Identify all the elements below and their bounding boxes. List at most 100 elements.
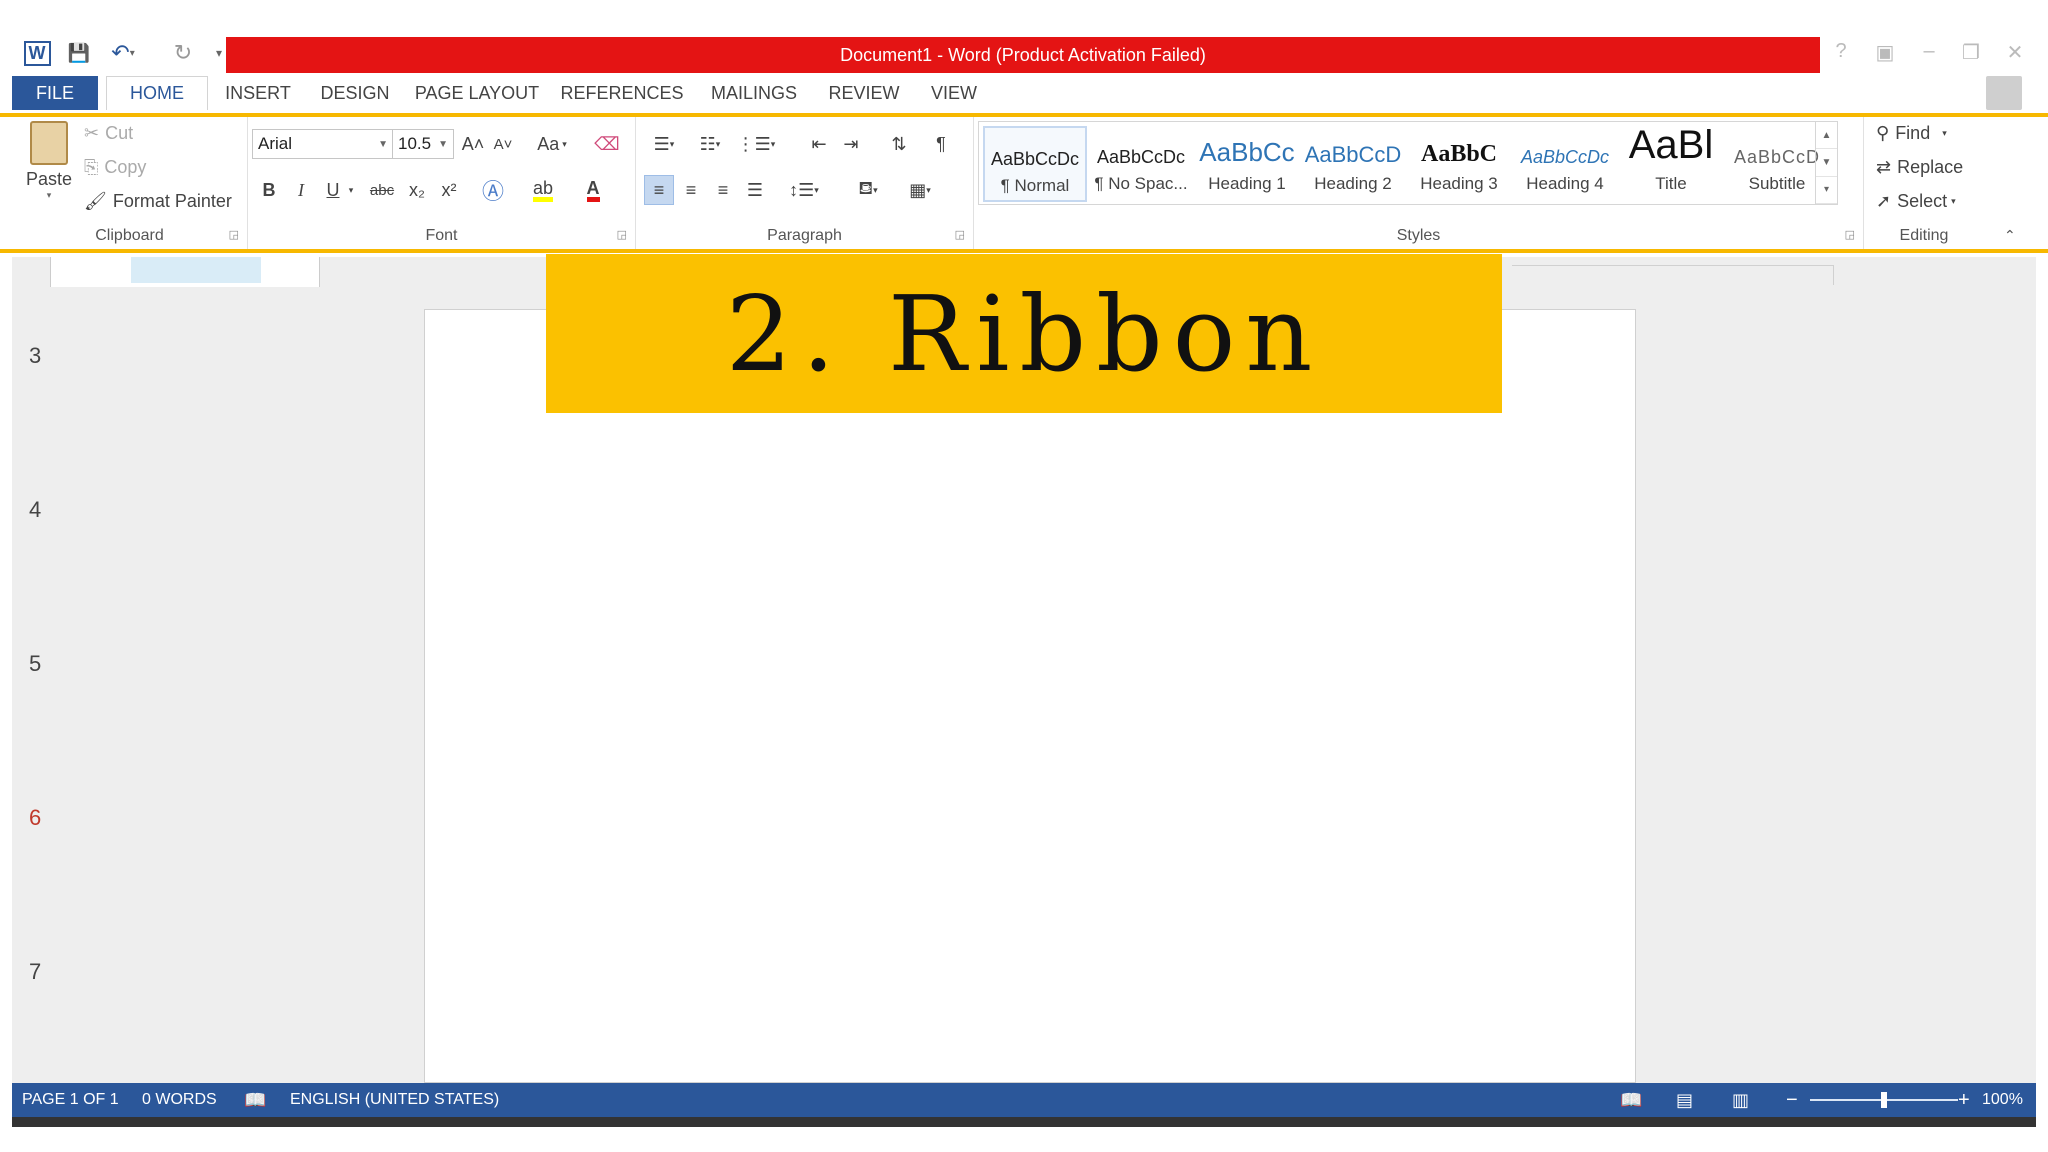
style-heading-2[interactable]: AaBbCcD Heading 2 [1301, 126, 1405, 202]
strikethrough-button[interactable]: abc [364, 175, 400, 205]
paste-label: Paste [25, 169, 73, 189]
minimize-button[interactable]: – [1914, 40, 1944, 63]
restore-button[interactable]: ❐ [1956, 40, 1986, 65]
style-heading-1[interactable]: AaBbCc Heading 1 [1195, 126, 1299, 202]
align-left-button[interactable]: ≡ [644, 175, 674, 205]
read-mode-icon[interactable]: 📖 [1620, 1083, 1642, 1117]
bullets-button[interactable]: ☰ ▾ [644, 129, 684, 159]
align-right-icon: ≡ [717, 179, 729, 200]
show-hide-button[interactable]: ¶ [926, 129, 956, 159]
zoom-in-button[interactable]: + [1958, 1083, 1970, 1117]
shading-button[interactable]: ⛾ ▾ [846, 175, 890, 205]
web-layout-icon[interactable]: ▥ [1732, 1083, 1749, 1117]
replace-button[interactable]: ⇄ Replace [1876, 157, 1963, 178]
style-heading-4[interactable]: AaBbCcDc Heading 4 [1513, 126, 1617, 202]
style-heading-3[interactable]: AaBbC Heading 3 [1407, 126, 1511, 202]
zoom-level[interactable]: 100% [1982, 1083, 2023, 1117]
highlight-color-button[interactable]: ab [528, 175, 558, 205]
collapse-ribbon-button[interactable]: ⌃ [2004, 227, 2016, 244]
clipboard-group-label: Clipboard [95, 227, 164, 244]
font-group: Arial ▼ 10.5 ▼ A˄ A˅ Aa ▾ ⌫ B I U ▾ abc x₂ … [248, 117, 636, 249]
tab-design[interactable]: DESIGN [308, 76, 402, 110]
tab-file[interactable]: FILE [12, 76, 98, 110]
proofing-icon[interactable]: 📖 [244, 1083, 266, 1117]
page-edge [1512, 265, 1834, 285]
font-size-combo[interactable]: 10.5 ▼ [392, 129, 454, 159]
document-page[interactable] [424, 309, 1636, 1083]
tab-references[interactable]: REFERENCES [552, 76, 692, 110]
style-name: Heading 2 [1314, 174, 1392, 193]
style-subtitle[interactable]: AaBbCcD Subtitle [1725, 126, 1829, 202]
save-button[interactable]: 💾 [64, 38, 94, 68]
language-indicator[interactable]: ENGLISH (UNITED STATES) [290, 1083, 499, 1117]
print-layout-icon[interactable]: ▤ [1676, 1083, 1693, 1117]
grow-font-button[interactable]: A˄ [458, 129, 488, 159]
style-preview: AaBbCc [1199, 137, 1295, 167]
superscript-button[interactable]: x² [434, 175, 464, 205]
help-button[interactable]: ? [1826, 40, 1856, 63]
line-spacing-button[interactable]: ↕☰ ▾ [784, 175, 824, 205]
redo-button[interactable]: ↻ [168, 38, 198, 68]
word-count[interactable]: 0 WORDS [142, 1083, 217, 1117]
clear-formatting-button[interactable]: ⌫ [592, 129, 622, 159]
find-button[interactable]: ⚲ Find ▾ [1876, 123, 1947, 144]
copy-button[interactable]: ⎘ Copy [84, 157, 146, 178]
chevron-down-icon[interactable]: ▼ [1816, 149, 1837, 177]
underline-dropdown[interactable]: ▾ [344, 175, 358, 205]
shrink-font-button[interactable]: A˅ [488, 129, 518, 159]
tab-view[interactable]: VIEW [920, 76, 988, 110]
more-styles-icon[interactable]: ▾ [1816, 177, 1837, 204]
page-count[interactable]: PAGE 1 OF 1 [22, 1083, 119, 1117]
paste-button[interactable]: Paste ▾ [20, 121, 78, 221]
chevron-down-icon: ▾ [715, 138, 721, 149]
chevron-down-icon: ▾ [873, 184, 878, 195]
zoom-slider-thumb[interactable] [1881, 1092, 1887, 1108]
word-app-icon[interactable]: W [22, 38, 52, 68]
italic-button[interactable]: I [286, 175, 316, 205]
style-title[interactable]: AaBl Title [1619, 126, 1723, 202]
tab-mailings[interactable]: MAILINGS [700, 76, 808, 110]
borders-icon: ▦ [909, 179, 927, 200]
increase-indent-button[interactable]: ⇥ [836, 129, 866, 159]
multilevel-list-button[interactable]: ⋮☰ ▾ [736, 129, 776, 159]
justify-button[interactable]: ☰ [740, 175, 770, 205]
tab-page-layout[interactable]: PAGE LAYOUT [410, 76, 544, 110]
cut-button[interactable]: ✂ Cut [84, 123, 133, 144]
ribbon-display-options-button[interactable]: ▣ [1870, 40, 1900, 65]
dialog-launcher-icon[interactable]: ◲ [229, 228, 239, 241]
decrease-indent-button[interactable]: ⇤ [804, 129, 834, 159]
style-normal[interactable]: AaBbCcDc ¶ Normal [983, 126, 1087, 202]
subscript-button[interactable]: x₂ [402, 175, 432, 205]
align-center-button[interactable]: ≡ [676, 175, 706, 205]
tab-insert[interactable]: INSERT [216, 76, 300, 110]
numbering-button[interactable]: ☷ ▾ [690, 129, 730, 159]
tab-home[interactable]: HOME [106, 76, 208, 110]
sort-button[interactable]: ⇅ [884, 129, 914, 159]
dialog-launcher-icon[interactable]: ◲ [617, 228, 627, 241]
style-name: Subtitle [1748, 174, 1806, 193]
zoom-out-button[interactable]: − [1786, 1083, 1798, 1117]
borders-button[interactable]: ▦ ▾ [898, 175, 942, 205]
font-name-combo[interactable]: Arial ▼ [252, 129, 394, 159]
bold-button[interactable]: B [254, 175, 284, 205]
editing-group: ⚲ Find ▾ ⇄ Replace ➚ Select ▾ Editing [1864, 117, 1984, 249]
justify-icon: ☰ [746, 179, 764, 200]
chevron-up-icon[interactable]: ▲ [1816, 122, 1837, 150]
account-avatar[interactable] [1986, 76, 2022, 110]
select-button[interactable]: ➚ Select ▾ [1876, 191, 1956, 212]
undo-button[interactable]: ↶ ▾ [108, 38, 138, 68]
change-case-button[interactable]: Aa ▾ [530, 129, 574, 159]
text-effects-button[interactable]: Ⓐ [478, 175, 508, 205]
align-right-button[interactable]: ≡ [708, 175, 738, 205]
font-color-button[interactable]: A [578, 175, 608, 205]
close-button[interactable]: ✕ [2000, 40, 2030, 65]
word-icon: W [23, 40, 51, 66]
ribbon-tabs: FILE HOME INSERT DESIGN PAGE LAYOUT REFE… [12, 76, 2048, 110]
multilevel-list-icon: ⋮☰ [736, 133, 771, 154]
tab-review[interactable]: REVIEW [816, 76, 912, 110]
format-painter-button[interactable]: 🖌 Format Painter [84, 191, 232, 212]
style-no-spacing[interactable]: AaBbCcDc ¶ No Spac... [1089, 126, 1193, 202]
style-preview: AaBbCcD [1304, 142, 1402, 167]
dialog-launcher-icon[interactable]: ◲ [955, 228, 965, 241]
dialog-launcher-icon[interactable]: ◲ [1845, 228, 1855, 241]
